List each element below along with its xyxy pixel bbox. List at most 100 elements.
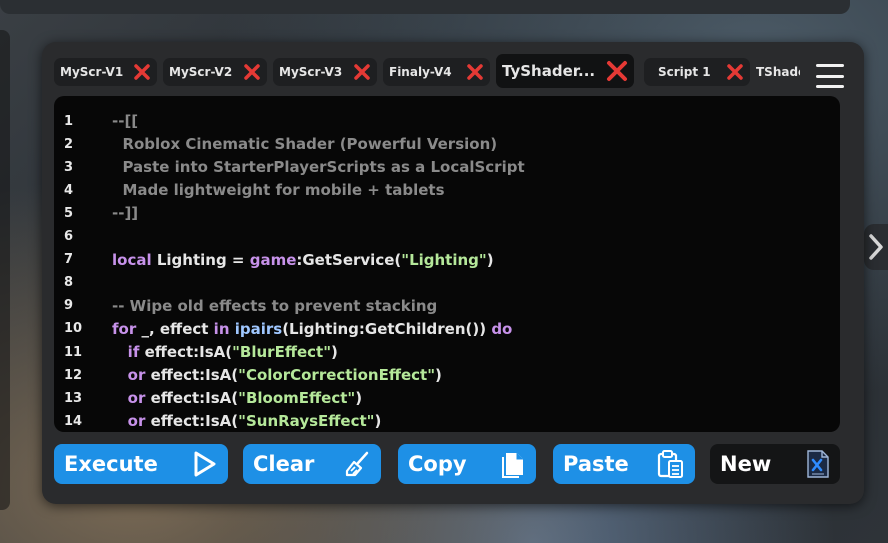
code-line: 12 or effect:IsA("ColorCorrectionEffect"… [54,364,840,386]
code-token: or [127,389,146,408]
hamburger-menu-icon[interactable] [816,64,844,88]
new-label: New [720,452,772,476]
close-x-icon[interactable] [243,63,261,81]
code-text: Paste into StarterPlayerScripts as a Loc… [112,158,524,176]
execute-button[interactable]: Execute [54,444,228,484]
code-text: Roblox Cinematic Shader (Powerful Versio… [112,135,497,153]
tab-script-1[interactable]: Script 1 [644,58,750,86]
code-token: -- Wipe old effects to prevent stacking [112,296,438,315]
code-text: or effect:IsA("ColorCorrectionEffect") [112,366,442,384]
code-line: 5 --]] [54,202,840,224]
paste-label: Paste [563,452,629,476]
code-line: 7 local Lighting = game:GetService("Light… [54,249,840,271]
toolbar: Execute Clear Copy Paste New [54,444,850,486]
code-line: 13 or effect:IsA("BloomEffect") [54,387,840,409]
line-number: 13 [64,390,83,406]
code-token: in [213,319,230,338]
tab-label: TyShader... [502,62,596,80]
line-number: 2 [64,136,74,152]
tab-myscr-v1[interactable]: MyScr-V1 [54,58,157,86]
line-number: 6 [64,229,74,244]
close-x-icon[interactable] [133,63,151,81]
tab-finaly-v4[interactable]: Finaly-V4 [383,58,490,86]
code-token: effect:IsA( [145,389,239,408]
code-token: ) [355,389,363,408]
code-token: _, effect [136,319,214,338]
line-number: 11 [64,344,83,360]
line-number: 7 [64,252,74,268]
line-number: 12 [64,367,83,383]
code-line: 10 for _, effect in ipairs(Lighting:GetCh… [54,318,840,340]
code-line: 9 -- Wipe old effects to prevent stacking [54,295,840,317]
close-x-icon[interactable] [606,60,628,82]
copy-button[interactable]: Copy [398,444,536,484]
tab-label: Finaly-V4 [389,65,452,79]
line-number: 4 [64,182,74,198]
code-text: -- Wipe old effects to prevent stacking [112,297,437,315]
code-line: 8 [54,272,840,294]
code-token: ) [435,366,442,385]
code-text: --[[ [112,112,138,130]
code-token: Made lightweight for mobile + tablets [112,181,445,200]
code-text: or effect:IsA("SunRaysEffect") [112,412,382,431]
code-line: 4 Made lightweight for mobile + tablets [54,179,840,201]
tab-myscr-v3[interactable]: MyScr-V3 [273,58,377,86]
line-number: 9 [64,298,74,314]
code-token: ipairs [234,319,283,338]
code-token: "ColorCorrectionEffect" [238,366,436,385]
executor-window: MyScr-V1 MyScr-V2 MyScr-V3 Finaly-V4 TyS… [42,42,864,504]
new-button[interactable]: New [710,444,840,484]
code-token: game [249,250,297,269]
code-token: effect:IsA( [139,343,233,361]
tab-label: Script 1 [658,65,711,79]
code-token: local [112,250,152,269]
tab-tshade[interactable]: TShade [750,58,806,86]
tab-label: TShade [756,65,800,79]
code-line: 3 Paste into StarterPlayerScripts as a L… [54,156,840,178]
code-token: "Lighting" [401,250,487,269]
tab-tyshader[interactable]: TyShader... [496,54,634,88]
code-text: if effect:IsA("BlurEffect") [112,343,338,361]
close-x-icon[interactable] [466,63,484,81]
chevron-right-icon [869,234,883,260]
close-x-icon[interactable] [726,63,744,81]
code-text: Made lightweight for mobile + tablets [112,181,445,200]
execute-label: Execute [64,452,158,476]
code-token: ) [486,250,494,269]
code-token: "BloomEffect" [238,389,356,408]
code-token: or [127,412,146,431]
code-token: effect:IsA( [145,366,239,385]
copy-document-icon [500,450,526,478]
code-text: for _, effect in ipairs(Lighting:GetChil… [112,320,512,338]
play-icon [192,450,218,478]
line-number: 10 [64,321,83,337]
tab-label: MyScr-V3 [279,65,343,79]
tab-label: MyScr-V2 [169,65,233,79]
code-token: effect:IsA( [145,412,239,431]
code-text: --]] [112,204,138,222]
line-number: 5 [64,205,74,221]
tabs-bar: MyScr-V1 MyScr-V2 MyScr-V3 Finaly-V4 TyS… [54,54,850,92]
code-text: local Lighting = game:GetService("Lighti… [112,251,494,269]
code-editor[interactable]: 1 --[[ 2 Roblox Cinematic Shader (Powerful… [54,96,840,432]
paste-button[interactable]: Paste [553,444,695,484]
close-x-icon[interactable] [353,63,371,81]
code-token: ) [374,412,382,431]
code-token: or [127,366,146,385]
code-line: 14 or effect:IsA("SunRaysEffect") [54,410,840,432]
code-token: Lighting = [151,250,250,269]
code-token: if [127,343,140,361]
clear-button[interactable]: Clear [243,444,381,484]
broom-icon [343,450,371,478]
side-expand-button[interactable] [864,224,888,270]
tab-myscr-v2[interactable]: MyScr-V2 [163,58,267,86]
code-token: "BlurEffect" [232,343,332,361]
code-text: or effect:IsA("BloomEffect") [112,389,362,407]
code-token: Roblox Cinematic Shader (Powerful Versio… [112,135,498,154]
code-token: (Lighting:GetChildren()) [282,319,492,338]
code-line: 1 --[[ [54,110,840,132]
line-number: 3 [64,159,74,175]
new-file-icon [806,449,830,479]
